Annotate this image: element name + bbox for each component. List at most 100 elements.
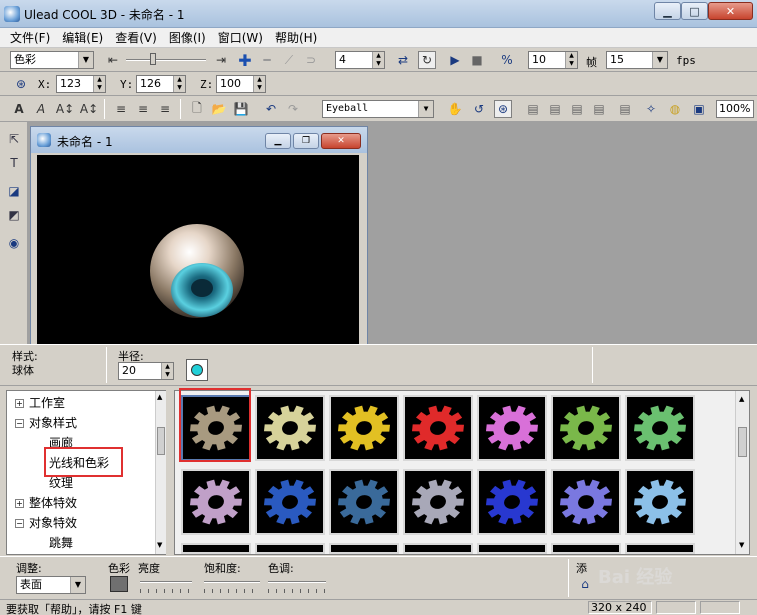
- tree-item-global-effects[interactable]: 整体特效: [29, 494, 77, 511]
- thumbnail-item[interactable]: [403, 469, 473, 535]
- menu-edit[interactable]: 编辑(E): [56, 29, 109, 46]
- menu-image[interactable]: 图像(I): [163, 29, 212, 46]
- spin-arrows-icon[interactable]: ▲ ▼: [161, 363, 173, 379]
- thumbnail-item[interactable]: [255, 543, 325, 554]
- loop-icon[interactable]: ⇄: [394, 51, 412, 69]
- thumbnail-item[interactable]: [329, 395, 399, 461]
- play-icon[interactable]: ▶: [446, 51, 464, 69]
- spin-arrows-icon[interactable]: ▲ ▼: [93, 76, 105, 92]
- redo-icon[interactable]: ↷: [284, 100, 302, 118]
- doc-close-button[interactable]: ✕: [321, 133, 361, 149]
- align-center-icon[interactable]: ≡: [134, 100, 152, 118]
- collapse-icon[interactable]: −: [15, 419, 24, 428]
- thumbnail-item[interactable]: [477, 469, 547, 535]
- tree-item-studio[interactable]: 工作室: [29, 394, 65, 411]
- radius-stepper[interactable]: 20 ▲ ▼: [118, 362, 174, 380]
- timeline-slider-knob[interactable]: [150, 53, 156, 65]
- hue-slider[interactable]: [268, 581, 326, 583]
- text-spacing-icon[interactable]: A↕: [56, 100, 74, 118]
- text-italic-icon[interactable]: A: [32, 100, 50, 118]
- view-side-icon[interactable]: ▤: [546, 100, 564, 118]
- minimize-button[interactable]: ▁: [654, 2, 681, 20]
- frames-stepper[interactable]: 10 ▲ ▼: [528, 51, 578, 69]
- reverse-icon[interactable]: ⊃: [302, 51, 320, 69]
- menu-file[interactable]: 文件(F): [4, 29, 56, 46]
- align-right-icon[interactable]: ≡: [156, 100, 174, 118]
- scroll-down-icon[interactable]: ▼: [157, 541, 162, 549]
- rotate-icon[interactable]: ↺: [470, 100, 488, 118]
- canvas-icon[interactable]: ▣: [690, 100, 708, 118]
- text-height-icon[interactable]: A↕: [80, 100, 98, 118]
- thumbnail-item[interactable]: [551, 395, 621, 461]
- radius-color-swatch[interactable]: [186, 359, 208, 381]
- thumbnail-item[interactable]: [181, 543, 251, 554]
- thumbnail-item[interactable]: [255, 395, 325, 461]
- thumbnail-item[interactable]: [403, 543, 473, 554]
- object-select[interactable]: Eyeball ▼: [322, 100, 434, 118]
- z-stepper[interactable]: 100 ▲ ▼: [216, 75, 266, 93]
- select-tool-icon[interactable]: ⇱: [5, 130, 23, 148]
- menu-help[interactable]: 帮助(H): [269, 29, 323, 46]
- close-button[interactable]: ✕: [708, 2, 753, 20]
- graphic-tool-icon[interactable]: ◉: [5, 234, 23, 252]
- thumbnail-item[interactable]: [477, 543, 547, 554]
- open-folder-icon[interactable]: 📂: [210, 100, 228, 118]
- timeline-slider-track[interactable]: [126, 59, 206, 61]
- doc-minimize-button[interactable]: ▁: [265, 133, 291, 149]
- view-front-icon[interactable]: ▤: [524, 100, 542, 118]
- saturation-slider[interactable]: [204, 581, 260, 583]
- adjust-select[interactable]: 表面 ▼: [16, 576, 86, 594]
- new-file-icon[interactable]: 🗋: [188, 100, 206, 118]
- collapse-icon[interactable]: −: [15, 519, 24, 528]
- frame-number-stepper[interactable]: 4 ▲ ▼: [335, 51, 385, 69]
- insert-object-icon[interactable]: ◪: [5, 182, 23, 200]
- doc-restore-button[interactable]: ❐: [293, 133, 319, 149]
- spin-arrows-icon[interactable]: ▲ ▼: [253, 76, 265, 92]
- expand-icon[interactable]: +: [15, 499, 24, 508]
- size-icon[interactable]: ⊛: [494, 100, 512, 118]
- tree-item-dance[interactable]: 跳舞: [49, 534, 73, 551]
- maximize-button[interactable]: □: [681, 2, 708, 20]
- geometry-tool-icon[interactable]: ◩: [5, 206, 23, 224]
- render-canvas[interactable]: [37, 155, 359, 345]
- view-box-icon[interactable]: ▤: [616, 100, 634, 118]
- delete-frame-icon[interactable]: ━: [258, 51, 276, 69]
- menu-window[interactable]: 窗口(W): [212, 29, 269, 46]
- ping-pong-icon[interactable]: ↻: [418, 51, 436, 69]
- add-home-icon[interactable]: ⌂: [576, 575, 594, 593]
- eyeball-object[interactable]: [37, 155, 359, 345]
- split-icon[interactable]: ⟋: [280, 51, 298, 69]
- brightness-slider[interactable]: [140, 581, 192, 583]
- scroll-thumb[interactable]: [157, 427, 165, 455]
- thumbnail-item[interactable]: [255, 469, 325, 535]
- fps-select[interactable]: 15 ▼: [606, 51, 668, 69]
- view-top-icon[interactable]: ▤: [568, 100, 586, 118]
- x-stepper[interactable]: 123 ▲ ▼: [56, 75, 106, 93]
- scroll-thumb[interactable]: [738, 427, 747, 457]
- tree-item-object-effects[interactable]: 对象特效: [29, 514, 77, 531]
- stop-icon[interactable]: ■: [468, 51, 486, 69]
- add-frame-icon[interactable]: ✚: [236, 51, 254, 70]
- save-icon[interactable]: 💾: [232, 100, 250, 118]
- menu-view[interactable]: 查看(V): [109, 29, 163, 46]
- thumbnail-item[interactable]: [477, 395, 547, 461]
- zoom-field[interactable]: 100%: [716, 100, 754, 118]
- text-tool-icon[interactable]: T: [5, 154, 23, 172]
- thumbnail-item[interactable]: [551, 543, 621, 554]
- scroll-up-icon[interactable]: ▲: [739, 395, 744, 403]
- color-swatch[interactable]: [110, 576, 128, 592]
- text-bold-icon[interactable]: A: [10, 100, 28, 118]
- expand-icon[interactable]: +: [15, 399, 24, 408]
- thumbnail-item[interactable]: [181, 469, 251, 535]
- thumbnail-item[interactable]: [625, 469, 695, 535]
- lighting-icon[interactable]: ✧: [642, 100, 660, 118]
- attribute-select[interactable]: 色彩 ▼: [10, 51, 94, 69]
- spin-arrows-icon[interactable]: ▲ ▼: [173, 76, 185, 92]
- tree-scrollbar[interactable]: ▲ ▼: [155, 391, 166, 554]
- first-frame-icon[interactable]: ⇤: [104, 51, 122, 69]
- thumbnail-item[interactable]: [551, 469, 621, 535]
- y-stepper[interactable]: 126 ▲ ▼: [136, 75, 186, 93]
- scroll-up-icon[interactable]: ▲: [157, 393, 162, 401]
- position-icon[interactable]: ⊛: [12, 75, 30, 93]
- thumbnail-item[interactable]: [625, 395, 695, 461]
